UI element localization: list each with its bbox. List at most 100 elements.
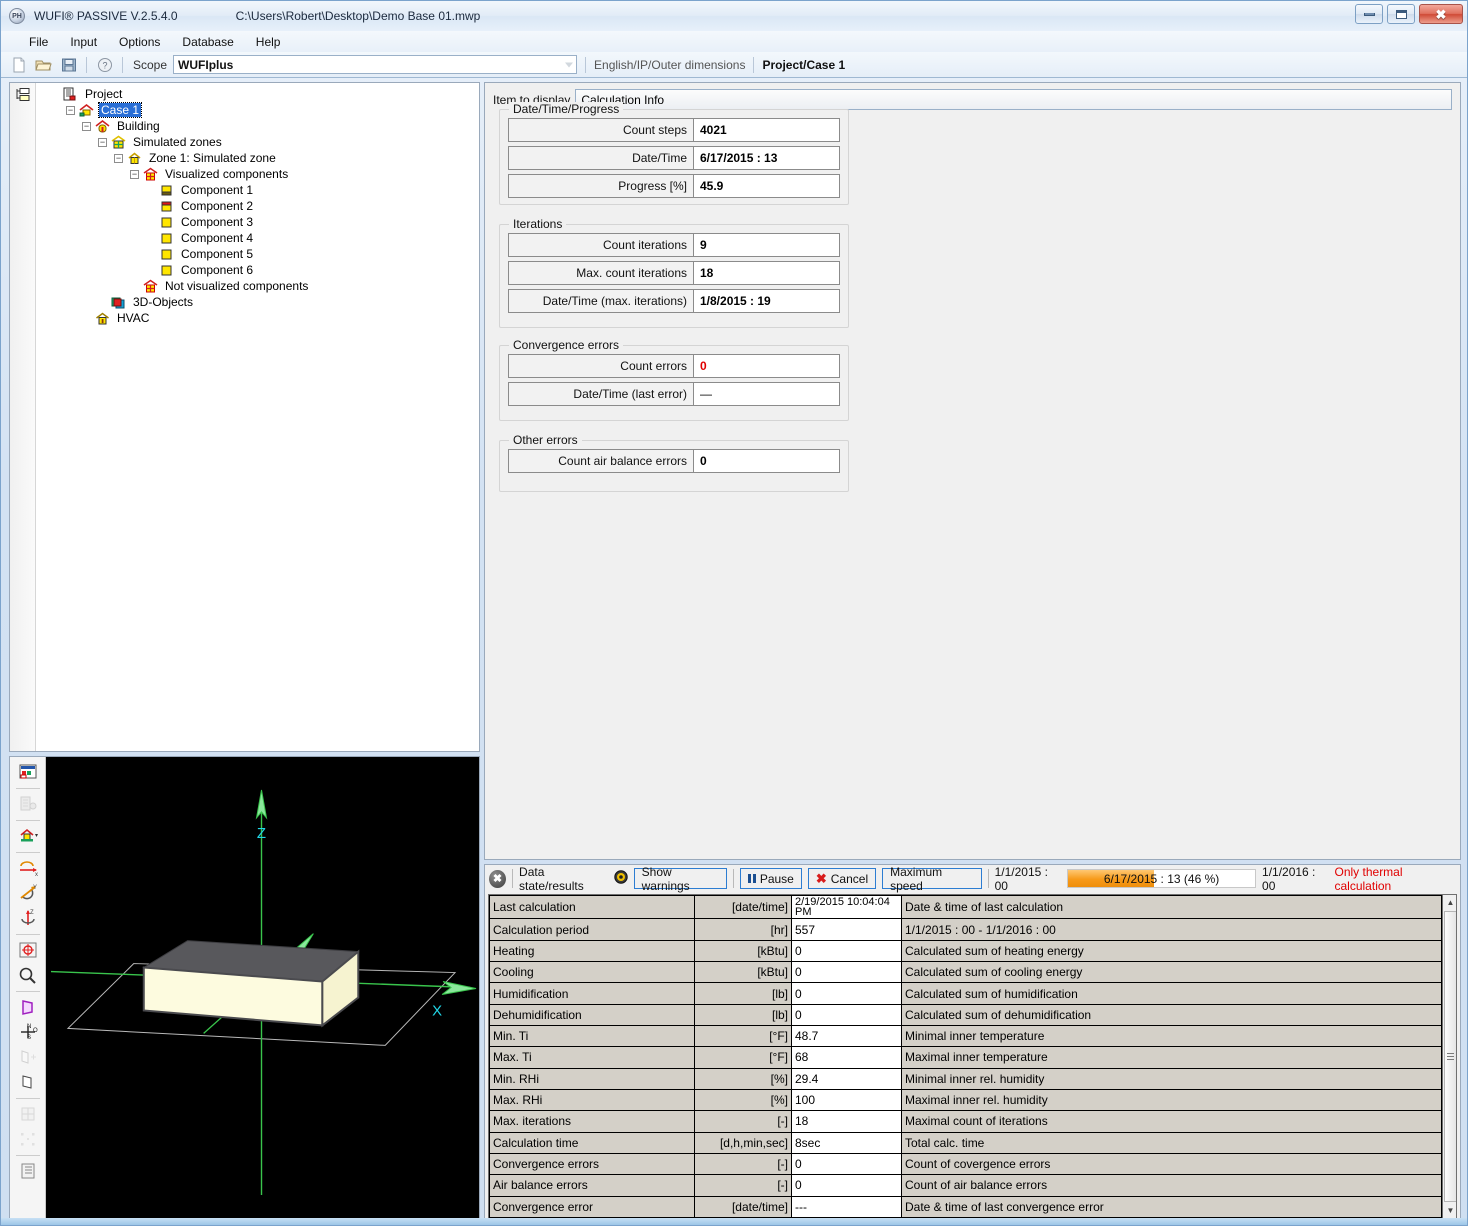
- 3d-objects-icon: [110, 295, 127, 310]
- info-field-value: 9: [694, 233, 840, 257]
- maximize-icon: [1396, 10, 1407, 19]
- table-row[interactable]: Min. Ti[°F]48.7Minimal inner temperature: [490, 1026, 1442, 1047]
- building-view-icon[interactable]: [15, 824, 41, 848]
- open-folder-icon[interactable]: [34, 55, 53, 74]
- rotate-y-icon[interactable]: Y: [15, 881, 41, 905]
- tree-node-component-3[interactable]: Component 3: [36, 214, 479, 230]
- cell-description: Maximal count of iterations: [902, 1111, 1442, 1132]
- results-table-scrollbar[interactable]: ▲ ▼: [1442, 895, 1457, 1218]
- tree-node-case-1[interactable]: −Case 1: [36, 102, 479, 118]
- tree-node-component-4[interactable]: Component 4: [36, 230, 479, 246]
- save-disk-icon[interactable]: [59, 55, 78, 74]
- close-button[interactable]: ✖: [1419, 4, 1463, 24]
- cell-name: Air balance errors: [490, 1175, 695, 1196]
- tree-node-component-5[interactable]: Component 5: [36, 246, 479, 262]
- minimize-button[interactable]: [1355, 4, 1383, 24]
- tree-node-component-1[interactable]: Component 1: [36, 182, 479, 198]
- menu-input[interactable]: Input: [60, 33, 107, 51]
- table-row[interactable]: Convergence error[date/time]---Date & ti…: [490, 1196, 1442, 1217]
- tree-node-building[interactable]: −Building: [36, 118, 479, 134]
- 3d-viewport[interactable]: Z X: [46, 757, 479, 1224]
- tree-node-component-2[interactable]: Component 2: [36, 198, 479, 214]
- cancel-button[interactable]: ✖ Cancel: [808, 868, 876, 889]
- view-settings-icon[interactable]: [15, 760, 41, 784]
- table-row[interactable]: Calculation period[hr]5571/1/2015 : 00 -…: [490, 919, 1442, 940]
- table-row[interactable]: Heating[kBtu]0Calculated sum of heating …: [490, 940, 1442, 961]
- maximize-button[interactable]: [1387, 4, 1415, 24]
- polygon-icon[interactable]: [15, 995, 41, 1019]
- rotate-x-icon[interactable]: x: [15, 856, 41, 880]
- scroll-up-icon[interactable]: ▲: [1443, 895, 1457, 910]
- tree-node-simulated-zones[interactable]: − Simulated zones: [36, 134, 479, 150]
- help-question-icon[interactable]: ?: [95, 55, 114, 74]
- show-warnings-button[interactable]: Show warnings: [634, 868, 727, 889]
- table-row[interactable]: Calculation time[d,h,min,sec]8secTotal c…: [490, 1132, 1442, 1153]
- tree-expander[interactable]: −: [114, 154, 123, 163]
- info-group-date-time-progress: Date/Time/ProgressCount steps4021Date/Ti…: [499, 109, 849, 205]
- tree-node-3d-objects[interactable]: 3D-Objects: [36, 294, 479, 310]
- maximum-speed-button[interactable]: Maximum speed: [882, 868, 982, 889]
- menu-help[interactable]: Help: [246, 33, 291, 51]
- zoom-icon[interactable]: [15, 963, 41, 987]
- table-row[interactable]: Min. RHi[%]29.4Minimal inner rel. humidi…: [490, 1068, 1442, 1089]
- table-row[interactable]: Max. RHi[%]100Maximal inner rel. humidit…: [490, 1089, 1442, 1110]
- item-to-display-row: Item to display Calculation Info: [485, 83, 1460, 110]
- cell-unit: [°F]: [695, 1047, 792, 1068]
- surface-icon[interactable]: [15, 1070, 41, 1094]
- tree-expander[interactable]: −: [66, 106, 75, 115]
- svg-text:O: O: [33, 1028, 38, 1034]
- cell-value: 18: [792, 1111, 902, 1132]
- tree-node-project[interactable]: Project: [36, 86, 479, 102]
- rotate-z-icon[interactable]: Z: [15, 906, 41, 930]
- tree-expander[interactable]: −: [130, 170, 139, 179]
- hvac-icon: [94, 311, 111, 326]
- item-to-display-select[interactable]: Calculation Info: [575, 89, 1452, 110]
- table-row[interactable]: Convergence errors[-]0Count of covergenc…: [490, 1153, 1442, 1174]
- tree-node-component-6[interactable]: Component 6: [36, 262, 479, 278]
- table-row[interactable]: Last calculation[date/time]2/19/2015 10:…: [490, 896, 1442, 919]
- case-house-icon: [78, 103, 95, 118]
- cell-value: 0: [792, 983, 902, 1004]
- stop-circle-icon[interactable]: ✖: [489, 870, 506, 888]
- table-row[interactable]: Cooling[kBtu]0Calculated sum of cooling …: [490, 962, 1442, 983]
- project-tree[interactable]: Project−Case 1−Building−Simulated zones−…: [36, 83, 479, 751]
- scope-select[interactable]: WUFIplus: [173, 55, 577, 74]
- new-document-icon[interactable]: [9, 55, 28, 74]
- info-field-row: Count iterations9: [508, 233, 840, 257]
- cell-description: Calculated sum of dehumidification: [902, 1004, 1442, 1025]
- tree-node-zone-1-simulated-zone[interactable]: −Zone 1: Simulated zone: [36, 150, 479, 166]
- tree-structure-icon[interactable]: [15, 87, 31, 751]
- menu-file[interactable]: File: [19, 33, 58, 51]
- pan-icon[interactable]: [15, 938, 41, 962]
- svg-text:?: ?: [102, 60, 107, 70]
- menu-database[interactable]: Database: [172, 33, 243, 51]
- tree-node-hvac[interactable]: HVAC: [36, 310, 479, 326]
- menu-options[interactable]: Options: [109, 33, 170, 51]
- list-icon[interactable]: [15, 1159, 41, 1183]
- tree-expander[interactable]: −: [98, 138, 107, 147]
- table-row[interactable]: Dehumidification[lb]0Calculated sum of d…: [490, 1004, 1442, 1025]
- tree-node-label: Component 3: [179, 215, 255, 229]
- pause-button[interactable]: Pause: [740, 868, 802, 889]
- scrollbar-thumb[interactable]: [1444, 911, 1457, 1202]
- tree-expander[interactable]: −: [82, 122, 91, 131]
- tree-node-label: Simulated zones: [131, 135, 224, 149]
- left-column: Project−Case 1−Building−Simulated zones−…: [1, 80, 482, 1225]
- axis-label-x: X: [432, 1002, 442, 1019]
- table-row[interactable]: Max. iterations[-]18Maximal count of ite…: [490, 1111, 1442, 1132]
- toolbar-divider: [16, 1098, 40, 1099]
- main-toolbar: ? Scope WUFIplus English/IP/Outer dimens…: [1, 52, 1467, 78]
- cell-value: 0: [792, 1153, 902, 1174]
- info-group-convergence-errors: Convergence errorsCount errors0Date/Time…: [499, 345, 849, 421]
- results-table-wrapper: Last calculation[date/time]2/19/2015 10:…: [488, 894, 1457, 1219]
- table-row[interactable]: Max. Ti[°F]68Maximal inner temperature: [490, 1047, 1442, 1068]
- breadcrumb: Project/Case 1: [762, 58, 845, 72]
- tree-node-not-visualized-components[interactable]: Not visualized components: [36, 278, 479, 294]
- table-row[interactable]: Air balance errors[-]0Count of air balan…: [490, 1175, 1442, 1196]
- calculation-control-bar: ✖ Data state/results Show warnings Pause: [485, 865, 1460, 892]
- table-row[interactable]: Humidification[lb]0Calculated sum of hum…: [490, 983, 1442, 1004]
- cell-unit: [-]: [695, 1111, 792, 1132]
- compass-icon[interactable]: NOS: [15, 1020, 41, 1044]
- tree-node-visualized-components[interactable]: −Visualized components: [36, 166, 479, 182]
- scroll-down-icon[interactable]: ▼: [1443, 1203, 1457, 1218]
